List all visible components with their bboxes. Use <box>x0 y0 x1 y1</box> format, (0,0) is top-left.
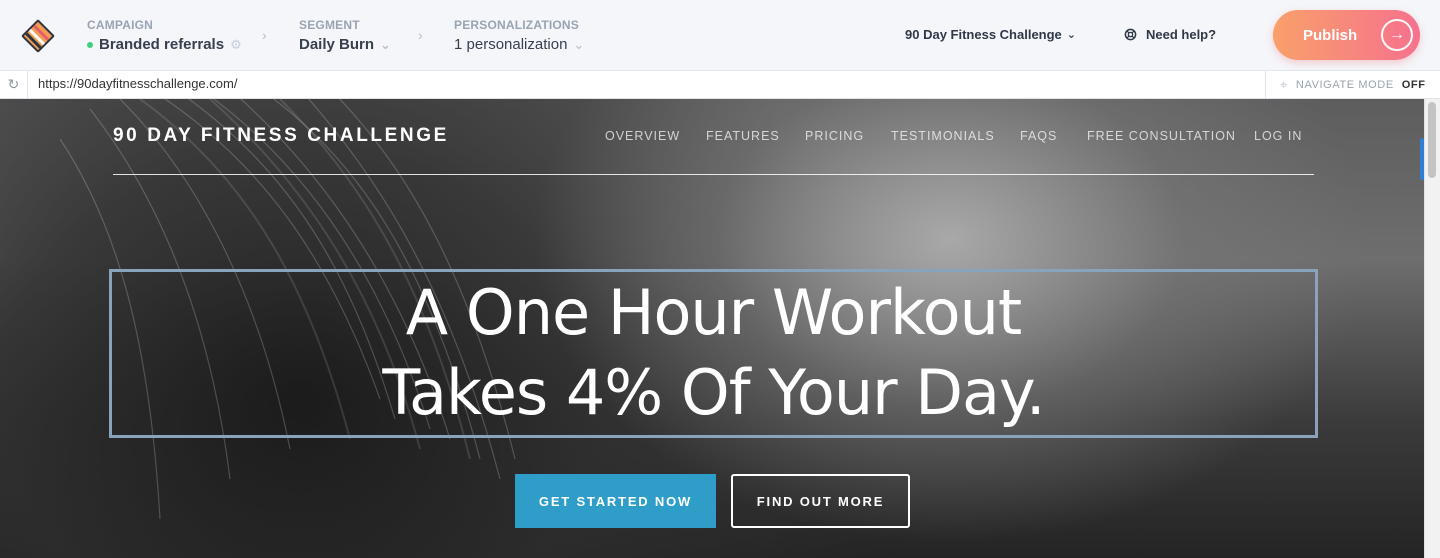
help-link[interactable]: Need help? <box>1124 27 1216 42</box>
breadcrumb-segment[interactable]: SEGMENT Daily Burn ⌄ <box>299 18 391 53</box>
app-logo[interactable] <box>18 16 58 56</box>
navigate-mode-label: NAVIGATE MODE <box>1295 78 1394 91</box>
chevron-down-icon: ⌄ <box>380 36 391 52</box>
chevron-down-icon: ⌄ <box>573 36 585 52</box>
breadcrumb-campaign-label: CAMPAIGN <box>87 18 154 32</box>
campaign-selector-value: 90 Day Fitness Challenge <box>905 27 1062 42</box>
navigate-mode-toggle[interactable]: ⌖ NAVIGATE MODE OFF <box>1265 71 1440 98</box>
chevron-down-icon: ⌄ <box>1066 29 1076 41</box>
breadcrumb-personalizations-label: PERSONALIZATIONS <box>454 18 579 32</box>
breadcrumb-segment-value: Daily Burn <box>299 36 375 53</box>
scrollbar-thumb[interactable] <box>1428 102 1436 178</box>
campaign-selector-dropdown[interactable]: 90 Day Fitness Challenge ⌄ <box>905 27 1076 42</box>
hero-headline-line-1: A One Hour Workout <box>405 276 1022 349</box>
site-preview[interactable]: 90 DAY FITNESS CHALLENGE OVERVIEW FEATUR… <box>0 99 1424 558</box>
site-nav-free-consultation[interactable]: FREE CONSULTATION <box>1087 129 1236 143</box>
breadcrumb-segment-label: SEGMENT <box>299 18 360 32</box>
site-nav-faqs[interactable]: FAQS <box>1020 129 1057 143</box>
site-nav-testimonials[interactable]: TESTIMONIALS <box>891 129 995 143</box>
preview-scrollbar[interactable] <box>1424 99 1440 558</box>
site-nav-features[interactable]: FEATURES <box>706 129 780 143</box>
refresh-icon[interactable]: ↻ <box>0 71 28 98</box>
chevron-right-icon: › <box>262 27 267 43</box>
lifebuoy-icon <box>1124 28 1137 41</box>
status-dot-icon <box>87 41 93 48</box>
navigate-mode-state: OFF <box>1401 78 1426 91</box>
hero-headline-line-2: Takes 4% Of Your Day. <box>382 356 1045 429</box>
breadcrumb-campaign[interactable]: CAMPAIGN Branded referrals ⚙ <box>87 18 242 53</box>
crosshair-icon: ⌖ <box>1280 76 1288 92</box>
site-nav-pricing[interactable]: PRICING <box>805 129 864 143</box>
site-nav-log-in[interactable]: LOG IN <box>1254 129 1302 143</box>
site-title[interactable]: 90 DAY FITNESS CHALLENGE <box>113 125 449 147</box>
nav-divider <box>113 174 1314 175</box>
breadcrumb-personalizations[interactable]: PERSONALIZATIONS 1 personalization ⌄ <box>454 18 584 53</box>
url-bar: ↻ ⌖ NAVIGATE MODE OFF <box>0 71 1440 99</box>
gear-icon[interactable]: ⚙ <box>230 37 242 53</box>
find-out-more-button[interactable]: FIND OUT MORE <box>731 474 910 528</box>
publish-button[interactable]: Publish → <box>1273 10 1420 60</box>
breadcrumb-campaign-value: Branded referrals <box>99 36 225 53</box>
site-nav-overview[interactable]: OVERVIEW <box>605 129 680 143</box>
hero-headline[interactable]: A One Hour Workout Takes 4% Of Your Day. <box>109 269 1318 433</box>
breadcrumb-personalizations-value: 1 personalization <box>454 36 568 53</box>
chevron-right-icon: › <box>418 27 423 43</box>
editor-topbar: CAMPAIGN Branded referrals ⚙ › SEGMENT D… <box>0 0 1440 71</box>
url-input[interactable] <box>38 76 1238 91</box>
help-label: Need help? <box>1146 27 1217 42</box>
get-started-button[interactable]: GET STARTED NOW <box>515 474 716 528</box>
arrow-right-circle-icon: → <box>1381 19 1413 51</box>
publish-label: Publish <box>1303 26 1358 44</box>
